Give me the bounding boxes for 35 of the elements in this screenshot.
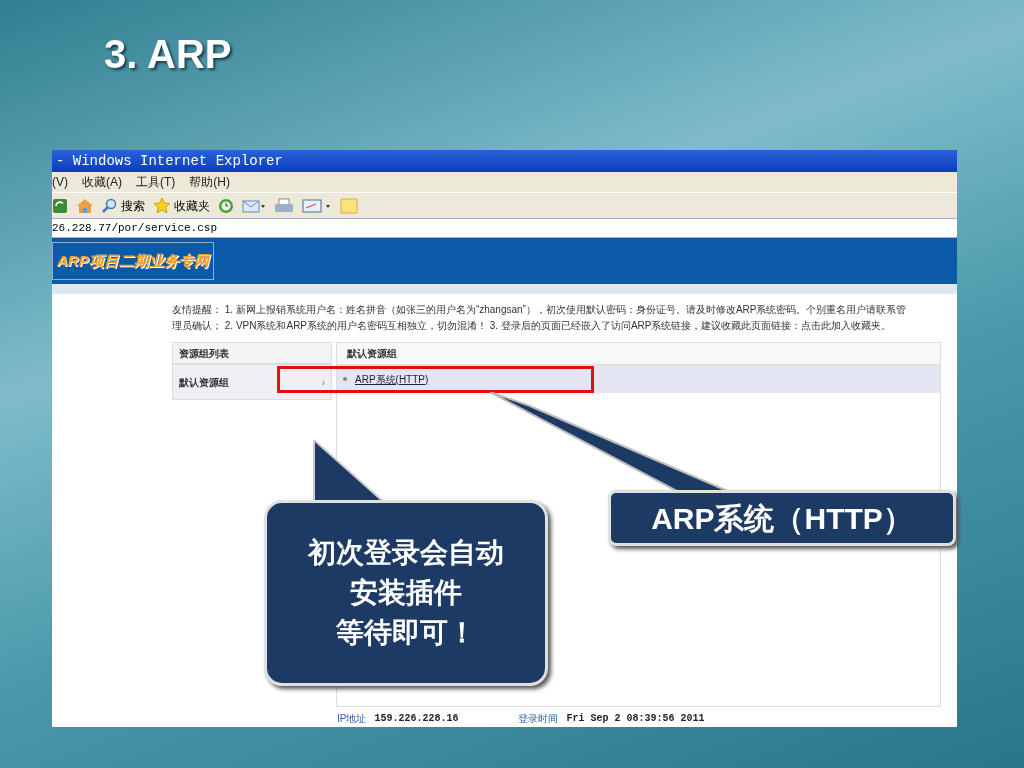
footer-label: IP地址: [337, 712, 367, 726]
address-field[interactable]: 26.228.77/por/service.csp: [52, 218, 957, 238]
footer-value: 159.226.228.16: [374, 712, 459, 726]
callout-text: 等待即可！: [336, 616, 476, 650]
refresh-icon[interactable]: [52, 197, 68, 214]
panel-header: 默认资源组: [337, 343, 940, 365]
panel-header: 资源组列表: [172, 342, 332, 364]
home-icon[interactable]: [76, 197, 94, 214]
menu-item[interactable]: 帮助(H): [189, 173, 230, 191]
group-item[interactable]: 默认资源组 ›: [172, 364, 332, 400]
callout-text: 初次登录会自动: [308, 536, 504, 570]
note-icon[interactable]: [340, 197, 358, 214]
callout-box: ARP系统（HTTP）: [608, 490, 956, 546]
menu-item[interactable]: (V): [52, 173, 68, 191]
arrow-icon: ›: [321, 374, 325, 390]
slide-title: 3. ARP: [104, 31, 232, 78]
bullet-icon: [343, 377, 347, 381]
star-icon[interactable]: [153, 197, 171, 214]
printer-icon[interactable]: [274, 197, 294, 214]
footer-label: 登录时间: [518, 712, 559, 726]
envelope-icon[interactable]: [242, 197, 266, 214]
resource-link[interactable]: ARP系统(HTTP): [355, 371, 429, 387]
menu-item[interactable]: 收藏(A): [82, 173, 122, 191]
notice-text: 友情提醒： 1. 新网上报销系统用户名：姓名拼音（如张三的用户名为“zhangsan”），初次使用默认密码：身份证号。请及时修改ARP系统密码。个别重名用户请联系管理员确认； 2. VPN系统和ARP系统的用户名密码互相独立，切勿混淆！ 3. 登录后的页面已经嵌入了访问ARP系统链接，建议收藏此页面链接：点击此加入收藏夹。: [172, 303, 908, 333]
callout-text: 安装插件: [350, 576, 462, 610]
edit-icon[interactable]: [302, 197, 332, 214]
window-title: - Windows Internet Explorer: [52, 150, 957, 172]
toolbar-button[interactable]: 搜索: [102, 196, 145, 215]
menu-item[interactable]: 工具(T): [136, 173, 176, 191]
group-label: 默认资源组: [179, 375, 229, 390]
logo: ARP项目二期业务专网: [52, 242, 214, 280]
clock-icon[interactable]: [218, 197, 234, 214]
toolbar-button[interactable]: 收藏夹: [153, 196, 210, 215]
search-icon[interactable]: [102, 197, 118, 214]
footer-value: Fri Sep 2 08:39:56 2011: [566, 712, 705, 726]
